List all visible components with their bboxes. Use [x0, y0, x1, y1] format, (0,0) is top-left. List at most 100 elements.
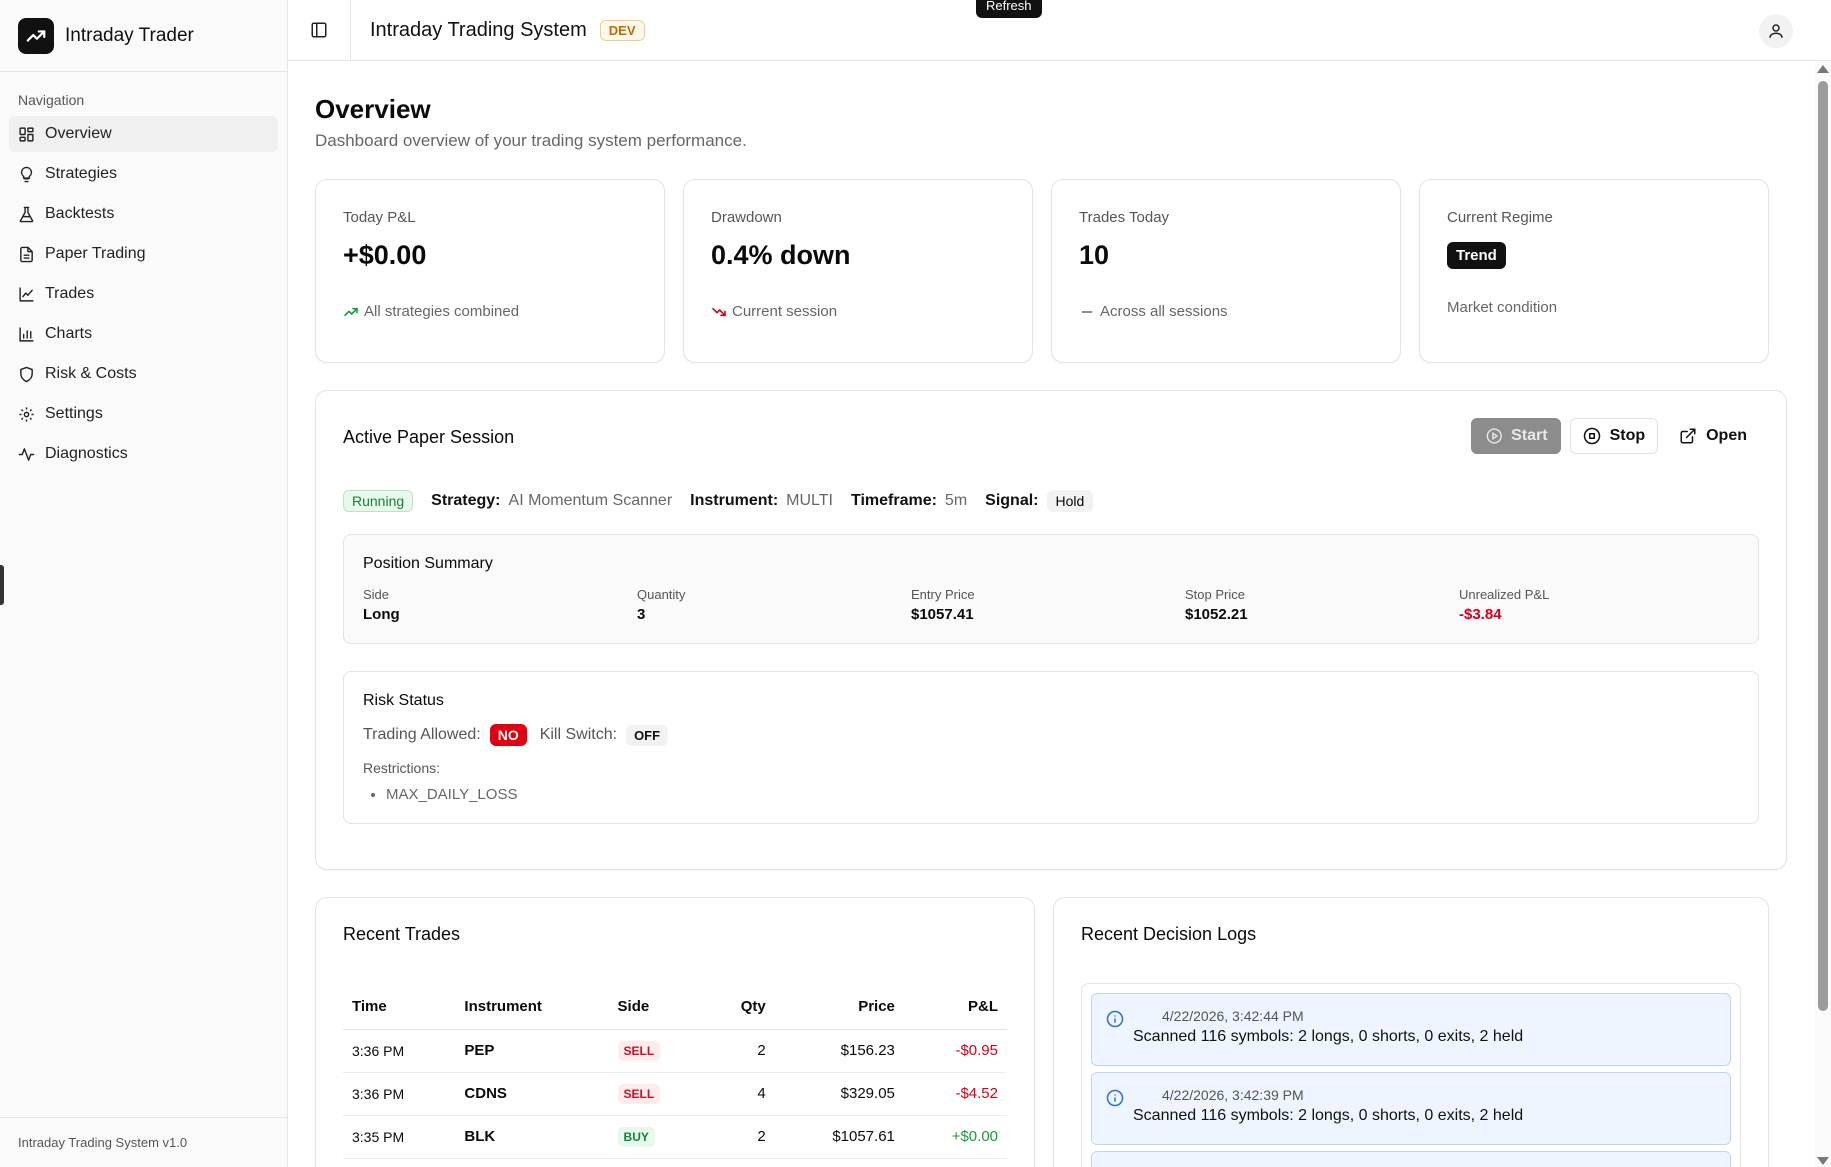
sidebar-item-label: Settings [45, 405, 103, 422]
sidebar-item-label: Overview [45, 125, 112, 142]
restriction-item: MAX_DAILY_LOSS [386, 786, 1739, 803]
sidebar-item-backtests[interactable]: Backtests [9, 196, 278, 232]
field-label: Quantity [637, 587, 686, 602]
position-summary-title: Position Summary [363, 555, 493, 572]
trade-instrument: PEP [455, 1029, 609, 1073]
sidebar-item-charts[interactable]: Charts [9, 316, 278, 352]
decision-logs-title: Recent Decision Logs [1081, 924, 1257, 944]
field-value: 3 [637, 606, 646, 623]
table-row[interactable]: 3:36 PM CDNS SELL 4 $329.05 -$4.52 [343, 1072, 1007, 1116]
trending-up-icon [18, 17, 54, 54]
position-stop-price: Stop Price $1052.21 [1185, 587, 1459, 623]
table-row[interactable]: 3:35 PM BLK BUY 2 $1057.61 +$0.00 [343, 1115, 1007, 1159]
column-header[interactable]: Time [343, 985, 456, 1030]
sidebar-item-paper-trading[interactable]: Paper Trading [9, 236, 278, 272]
sidebar-toggle-button[interactable] [288, 0, 351, 61]
log-message: Scanned 116 symbols: 2 longs, 0 shorts, … [1133, 1107, 1524, 1124]
sidebar-item-strategies[interactable]: Strategies [9, 156, 278, 192]
decision-logs-card: Recent Decision Logs 4/22/2026, 3:42:44 … [1053, 897, 1769, 1167]
stat-card-trades: Trades Today 10 Across all sessions [1051, 179, 1401, 363]
brand-name: Intraday Trader [65, 24, 194, 46]
sidebar-resize-handle[interactable] [0, 565, 4, 605]
position-entry-price: Entry Price $1057.41 [911, 587, 1185, 623]
scrollbar-thumb[interactable] [1818, 81, 1828, 1011]
open-button-label: Open [1706, 427, 1747, 444]
refresh-tooltip: Refresh [976, 0, 1042, 18]
scrollbar[interactable] [1815, 61, 1831, 1167]
open-button[interactable]: Open [1667, 418, 1759, 454]
trade-side: SELL [608, 1072, 706, 1116]
activity-icon [18, 447, 35, 461]
trade-side: BUY [608, 1115, 706, 1159]
sidebar-item-label: Diagnostics [45, 445, 128, 462]
status-badge: Running [343, 490, 414, 512]
grid-icon [19, 126, 34, 142]
start-button[interactable]: Start [1470, 418, 1561, 454]
column-header[interactable]: Instrument [455, 985, 609, 1030]
timeframe-value: 5m [944, 492, 968, 509]
scroll-down-icon[interactable] [1817, 1157, 1829, 1165]
position-unrealized-pnl: Unrealized P&L -$3.84 [1459, 587, 1733, 623]
trade-instrument: CDNS [455, 1072, 609, 1116]
user-menu-button[interactable] [1759, 14, 1793, 48]
trade-side: SELL [608, 1029, 706, 1073]
sidebar-item-label: Backtests [45, 205, 115, 222]
gear-icon [19, 406, 34, 422]
sidebar-footer: Intraday Trading System v1.0 [0, 1117, 287, 1167]
sidebar-item-trades[interactable]: Trades [9, 276, 278, 312]
stat-card-regime: Current Regime Trend Market condition [1419, 179, 1769, 363]
stat-footer-text: Market condition [1447, 299, 1558, 316]
panel-left-icon [311, 22, 327, 38]
signal-badge: Hold [1046, 490, 1094, 512]
instrument-value: MULTI [786, 492, 833, 509]
stop-circle-icon [1583, 427, 1600, 445]
stop-button[interactable]: Stop [1569, 418, 1659, 454]
trade-qty: 4 [705, 1072, 775, 1116]
stats-row: Today P&L +$0.00 All strategies combined… [315, 179, 1787, 363]
sidebar-item-label: Risk & Costs [45, 365, 137, 382]
trading-allowed-label: Trading Allowed: [363, 726, 481, 743]
position-summary: Position Summary Side Long Quantity 3 En… [343, 534, 1759, 644]
info-icon [1106, 1089, 1124, 1107]
column-header[interactable]: P&L [903, 985, 1007, 1030]
stat-footer: Current session [711, 303, 1005, 320]
table-header-row: Time Instrument Side Qty Price P&L [343, 985, 1007, 1030]
trade-time: 3:36 PM [343, 1029, 456, 1073]
stop-button-label: Stop [1609, 427, 1646, 444]
table-row[interactable]: 3:36 PM PEP SELL 2 $156.23 -$0.95 [343, 1029, 1007, 1073]
risk-status-title: Risk Status [363, 692, 444, 709]
signal-label: Signal: [985, 492, 1039, 509]
env-badge: DEV [599, 19, 645, 41]
trade-pnl: +$0.00 [903, 1115, 1007, 1159]
stat-footer: Across all sessions [1079, 303, 1373, 320]
stat-value: 0.4% down [711, 240, 851, 270]
main-area: Intraday Trading System DEV Refresh Over… [288, 0, 1831, 1167]
sidebar-item-overview[interactable]: Overview [9, 116, 278, 152]
column-header[interactable]: Qty [705, 985, 775, 1030]
stat-card-pnl: Today P&L +$0.00 All strategies combined [315, 179, 665, 363]
user-icon [1769, 24, 1783, 38]
trending-up-icon [344, 307, 358, 316]
stat-value: +$0.00 [343, 240, 427, 270]
field-value: -$3.84 [1459, 606, 1502, 623]
field-label: Stop Price [1185, 587, 1245, 602]
session-actions: Start Stop Open [1470, 418, 1759, 454]
sidebar-item-label: Paper Trading [45, 245, 146, 262]
stat-value: 10 [1079, 240, 1110, 270]
sidebar-item-risk-costs[interactable]: Risk & Costs [9, 356, 278, 392]
column-header[interactable]: Side [608, 985, 706, 1030]
trades-table: Time Instrument Side Qty Price P&L 3:36 … [343, 985, 1007, 1159]
column-header[interactable]: Price [774, 985, 904, 1030]
trade-pnl: -$4.52 [903, 1072, 1007, 1116]
sidebar-item-settings[interactable]: Settings [9, 396, 278, 432]
sidebar-item-diagnostics[interactable]: Diagnostics [9, 436, 278, 472]
minus-icon [1081, 310, 1093, 313]
scroll-up-icon[interactable] [1817, 65, 1829, 73]
brand[interactable]: Intraday Trader [0, 0, 287, 72]
decision-logs-list[interactable]: 4/22/2026, 3:42:44 PM Scanned 116 symbol… [1081, 983, 1741, 1167]
strategy-label: Strategy: [431, 492, 501, 509]
field-label: Entry Price [911, 587, 975, 602]
trade-price: $329.05 [774, 1072, 904, 1116]
kill-switch-label: Kill Switch: [539, 726, 618, 743]
position-side: Side Long [363, 587, 637, 623]
